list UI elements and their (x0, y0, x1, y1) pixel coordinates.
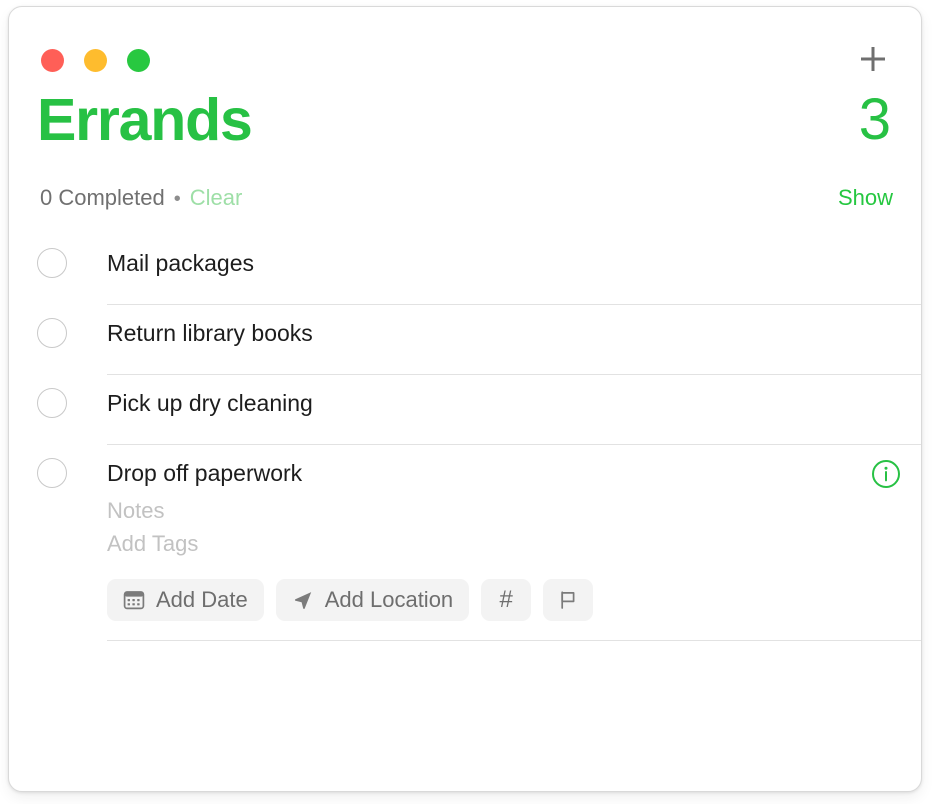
clear-completed-button[interactable]: Clear (190, 185, 243, 211)
task-checkbox[interactable] (37, 458, 67, 488)
task-content: Mail packages (107, 235, 921, 305)
status-row: 0 Completed • Clear Show (9, 179, 921, 235)
info-circle-icon[interactable] (871, 459, 901, 489)
separator-dot: • (173, 188, 181, 210)
task-title[interactable]: Return library books (107, 305, 921, 348)
traffic-light-group (41, 49, 150, 72)
maximize-button-icon[interactable] (127, 49, 150, 72)
task-checkbox[interactable] (37, 248, 67, 278)
table-row[interactable]: Mail packages (9, 235, 921, 305)
notes-input[interactable]: Notes (107, 488, 921, 525)
show-completed-button[interactable]: Show (838, 185, 893, 211)
reminder-list: Mail packages Return library books Pick … (9, 235, 921, 641)
add-flag-button[interactable] (543, 578, 594, 621)
task-title[interactable]: Drop off paperwork (107, 445, 921, 488)
add-reminder-button[interactable] (851, 37, 895, 81)
completed-count-label: 0 Completed (40, 185, 165, 210)
add-tag-button[interactable]: # (481, 578, 532, 621)
navigation-icon (292, 589, 314, 611)
close-button-icon[interactable] (41, 49, 64, 72)
completed-group: 0 Completed • Clear (40, 185, 242, 211)
add-date-label: Add Date (156, 586, 248, 612)
table-row[interactable]: Pick up dry cleaning (9, 375, 921, 445)
task-title[interactable]: Mail packages (107, 235, 921, 278)
task-checkbox[interactable] (37, 318, 67, 348)
list-header: Errands 3 (9, 83, 921, 179)
table-row[interactable]: Return library books (9, 305, 921, 375)
task-action-bar: Add Date Add Location # (107, 558, 921, 641)
hashtag-icon: # (499, 585, 513, 613)
add-location-label: Add Location (324, 586, 454, 612)
task-content: Return library books (107, 305, 921, 375)
tags-input[interactable]: Add Tags (107, 524, 921, 558)
task-content: Pick up dry cleaning (107, 375, 921, 445)
reminders-window: Errands 3 0 Completed • Clear Show Mail … (8, 6, 922, 792)
reminder-count: 3 (858, 87, 891, 152)
minimize-button-icon[interactable] (84, 49, 107, 72)
task-content: Drop off paperwork Notes Add Tags Add Da… (107, 445, 921, 641)
title-bar (9, 7, 921, 83)
add-location-button[interactable]: Add Location (275, 578, 470, 621)
flag-icon (556, 588, 580, 612)
task-checkbox[interactable] (37, 388, 67, 418)
plus-icon (857, 43, 889, 75)
calendar-icon (123, 589, 145, 611)
task-title[interactable]: Pick up dry cleaning (107, 375, 921, 418)
add-date-button[interactable]: Add Date (107, 578, 264, 621)
table-row-expanded[interactable]: Drop off paperwork Notes Add Tags Add Da… (9, 445, 921, 641)
page-title: Errands (37, 87, 253, 153)
